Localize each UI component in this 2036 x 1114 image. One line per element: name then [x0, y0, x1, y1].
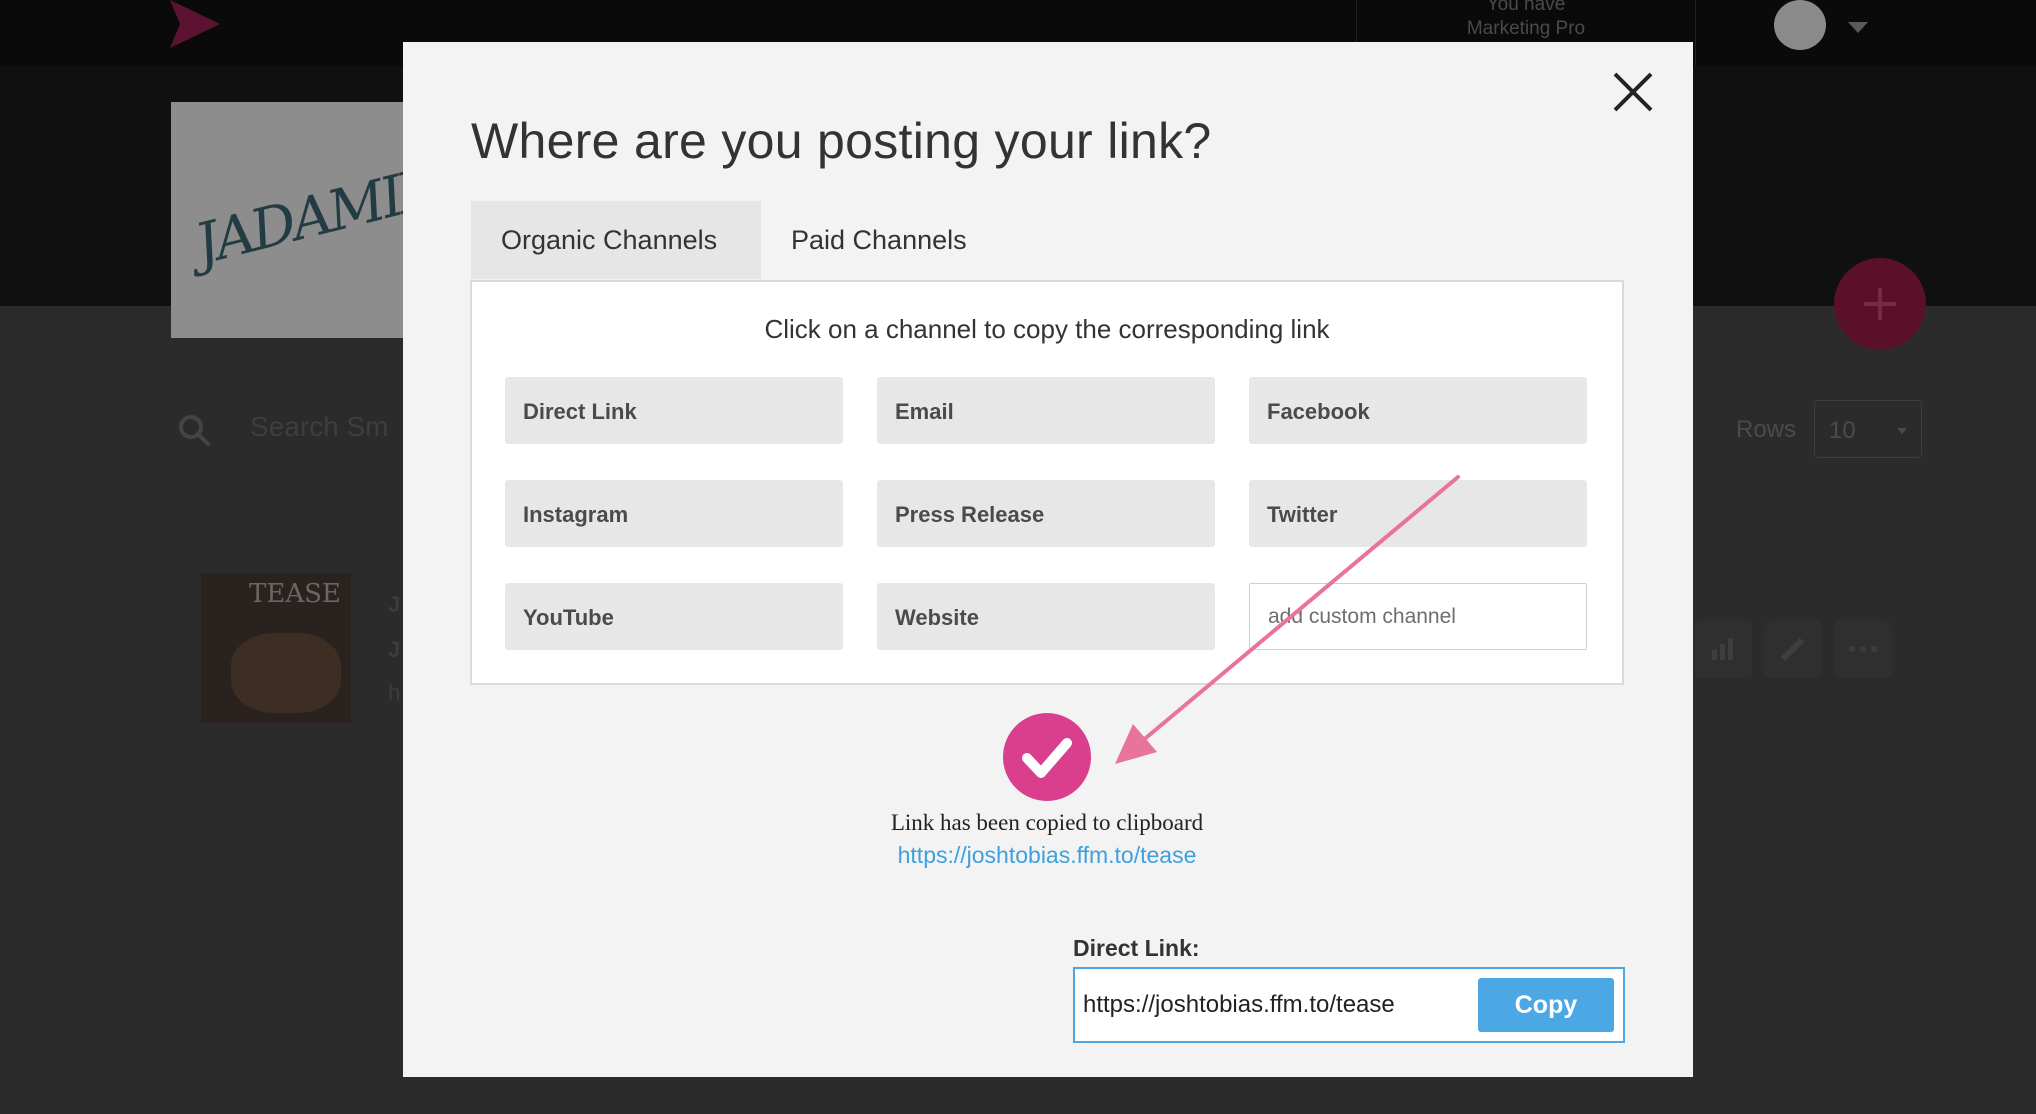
pencil-icon — [1780, 637, 1805, 662]
thumbnail-title: TEASE — [249, 579, 341, 609]
search-icon — [179, 415, 210, 446]
rows-select[interactable]: 10 — [1814, 400, 1922, 458]
channel-facebook[interactable]: Facebook — [1249, 377, 1587, 444]
release-title[interactable]: J — [388, 592, 400, 618]
tab-organic-channels[interactable]: Organic Channels — [471, 201, 761, 279]
more-icon — [1849, 646, 1877, 652]
tab-paid-channels[interactable]: Paid Channels — [761, 201, 1021, 279]
direct-link-box: Copy — [1073, 967, 1625, 1043]
channel-email[interactable]: Email — [877, 377, 1215, 444]
plan-line-1: You have — [1486, 0, 1566, 15]
channel-website[interactable]: Website — [877, 583, 1215, 650]
release-meta: h — [388, 680, 401, 705]
avatar[interactable] — [1774, 0, 1826, 50]
copied-url-link[interactable]: https://joshtobias.ffm.to/tease — [403, 842, 1691, 869]
copy-button[interactable]: Copy — [1478, 978, 1614, 1032]
chevron-down-icon — [1897, 428, 1907, 434]
channel-direct-link[interactable]: Direct Link — [505, 377, 843, 444]
thumbnail-art — [231, 633, 341, 713]
add-button[interactable] — [1834, 258, 1926, 350]
more-button[interactable] — [1834, 620, 1892, 678]
channel-press-release[interactable]: Press Release — [877, 480, 1215, 547]
artist-signature: JADAMIX — [188, 155, 407, 278]
search-input[interactable]: Search Sm — [250, 411, 389, 443]
rows-label: Rows — [1736, 416, 1797, 443]
chevron-down-icon[interactable] — [1848, 22, 1868, 33]
logo-icon[interactable] — [168, 0, 222, 50]
rows-value: 10 — [1829, 417, 1856, 444]
stats-button[interactable] — [1694, 620, 1752, 678]
custom-channel-input[interactable] — [1249, 583, 1587, 650]
bar-chart-icon — [1712, 638, 1733, 660]
modal-title: Where are you posting your link? — [471, 113, 1212, 169]
channel-panel: Click on a channel to copy the correspon… — [470, 280, 1624, 685]
direct-link-field[interactable] — [1083, 985, 1473, 1025]
checkmark-icon — [1003, 713, 1091, 801]
share-link-modal: Where are you posting your link? Organic… — [403, 42, 1693, 1077]
channel-youtube[interactable]: YouTube — [505, 583, 843, 650]
channel-twitter[interactable]: Twitter — [1249, 480, 1587, 547]
release-artist: J — [388, 637, 401, 662]
plan-line-2: Marketing Pro — [1466, 18, 1586, 39]
artist-image: JADAMIX — [171, 102, 407, 338]
channel-hint: Click on a channel to copy the correspon… — [764, 314, 1330, 344]
direct-link-label: Direct Link: — [1073, 935, 1200, 961]
edit-button[interactable] — [1764, 620, 1822, 678]
channel-instagram[interactable]: Instagram — [505, 480, 843, 547]
release-thumbnail[interactable]: TEASE — [201, 573, 351, 723]
close-icon[interactable] — [1603, 62, 1663, 122]
copied-message: Link has been copied to clipboard — [890, 810, 1204, 835]
